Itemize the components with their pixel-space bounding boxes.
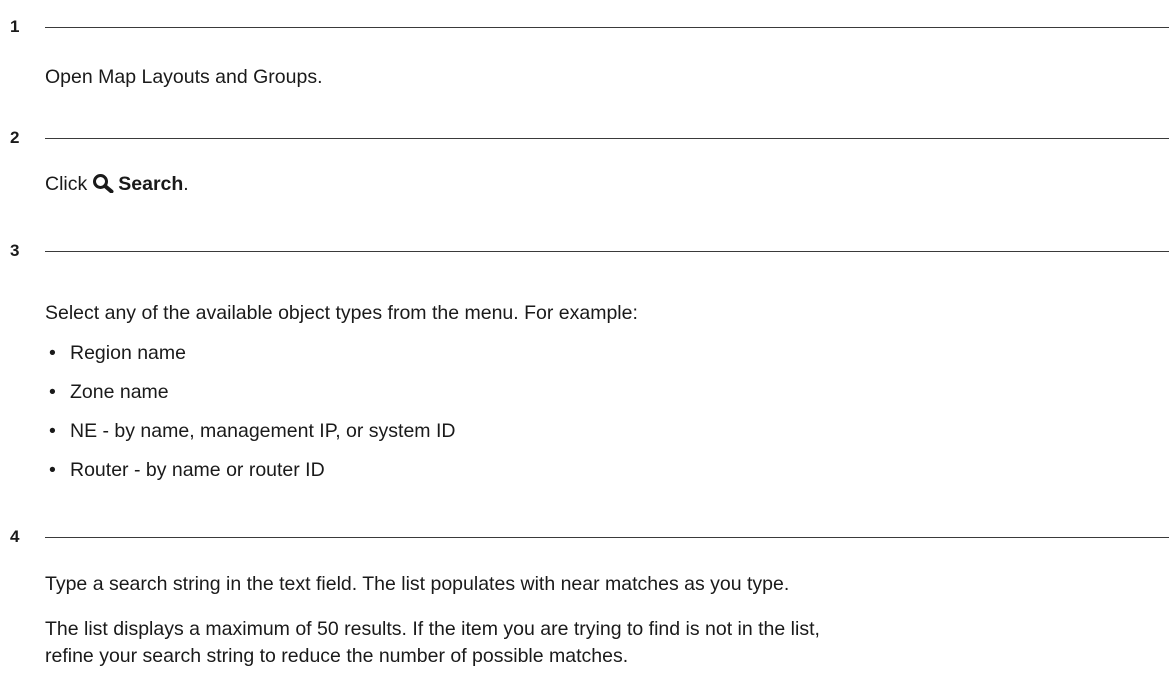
- step-number: 3: [10, 241, 20, 260]
- step-divider: [45, 537, 1169, 538]
- step-number: 1: [10, 17, 20, 36]
- search-label: Search: [118, 173, 184, 195]
- bullet-glyph: •: [49, 342, 56, 364]
- step-4-para-2-line-2: refine your search string to reduce the …: [45, 645, 629, 667]
- step-divider: [45, 27, 1169, 28]
- bullet-glyph: •: [49, 381, 56, 403]
- step-number: 4: [10, 527, 20, 546]
- step-2-text: Click Search.: [45, 170, 189, 201]
- bullet-glyph: •: [49, 420, 56, 442]
- search-icon: [92, 173, 114, 201]
- step-divider: [45, 251, 1169, 252]
- step-number: 2: [10, 128, 20, 147]
- list-item: Region name: [70, 342, 186, 364]
- step-4-para-1: Type a search string in the text field. …: [45, 573, 790, 595]
- step-4-para-2-line-1: The list displays a maximum of 50 result…: [45, 618, 820, 640]
- step-1-text: Open Map Layouts and Groups.: [45, 66, 323, 88]
- step-2-suffix: .: [183, 173, 189, 195]
- list-item: Router - by name or router ID: [70, 459, 325, 481]
- step-divider: [45, 138, 1169, 139]
- list-item: NE - by name, management IP, or system I…: [70, 420, 456, 442]
- list-item: Zone name: [70, 381, 169, 403]
- bullet-glyph: •: [49, 459, 56, 481]
- step-3-intro: Select any of the available object types…: [45, 302, 638, 324]
- step-2-prefix: Click: [45, 173, 88, 195]
